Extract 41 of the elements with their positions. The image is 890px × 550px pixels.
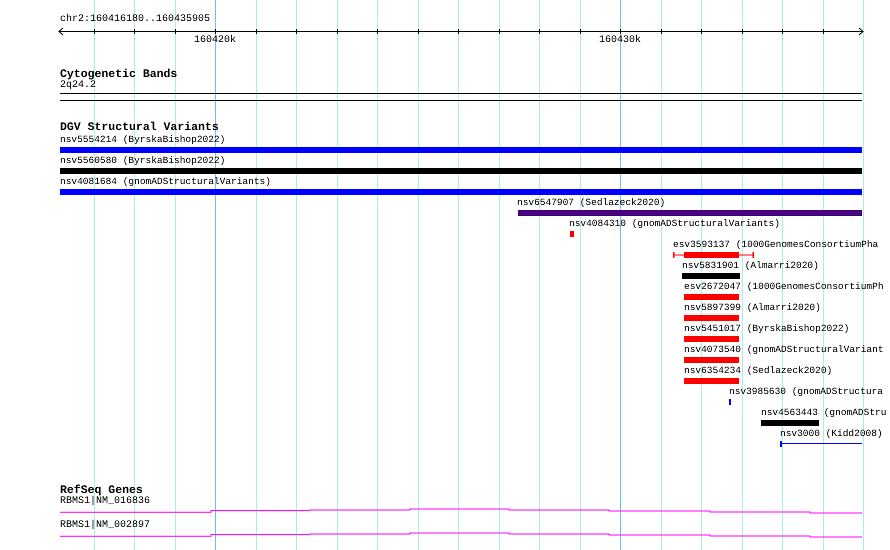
variant-label: nsv6547907 (Sedlazeck2020): [517, 197, 666, 209]
variant-label: nsv5554214 (ByrskaBishop2022): [60, 134, 226, 146]
gene-model[interactable]: [60, 508, 862, 514]
variant-label: nsv4081684 (gnomADStructuralVariants): [60, 176, 271, 188]
variant-label: nsv4563443 (gnomADStru: [761, 407, 886, 419]
variant-line[interactable]: [780, 441, 862, 447]
gene-model[interactable]: [60, 532, 862, 538]
variant-label: nsv4084310 (gnomADStructuralVariants): [569, 218, 780, 230]
track-title: Cytogenetic Bands: [60, 68, 178, 81]
variant-label: nsv3985630 (gnomADStructura: [729, 386, 883, 398]
variant-bar[interactable]: [761, 420, 819, 426]
track-title: RefSeq Genes: [60, 484, 143, 497]
variant-bar[interactable]: [60, 147, 862, 153]
variant-label: nsv5897399 (Almarri2020): [684, 302, 821, 314]
ruler-tick-label: 160430k: [598, 35, 642, 47]
variant-label: nsv5560580 (ByrskaBishop2022): [60, 155, 226, 167]
variant-bar[interactable]: [684, 357, 739, 363]
variant-label: nsv6354234 (Sedlazeck2020): [684, 365, 832, 377]
variant-range-bar[interactable]: [673, 251, 754, 259]
variant-bar[interactable]: [684, 315, 739, 321]
gene-label: RBMS1|NM_002897: [60, 520, 150, 532]
track-title: DGV Structural Variants: [60, 121, 219, 134]
variant-bar[interactable]: [684, 378, 739, 384]
variant-label: esv3593137 (1000GenomesConsortiumPha: [673, 239, 878, 251]
band-label: 2q24.2: [60, 80, 96, 92]
variant-bar[interactable]: [518, 210, 862, 216]
variant-bar[interactable]: [682, 273, 740, 279]
variant-bar[interactable]: [60, 168, 862, 174]
variant-bar[interactable]: [60, 189, 862, 195]
variant-label: nsv3000 (Kidd2008): [780, 428, 883, 440]
variant-label: esv2672047 (1000GenomesConsortiumPh: [684, 281, 884, 293]
cytoband-outline[interactable]: [60, 93, 862, 101]
gene-label: RBMS1|NM_016836: [60, 496, 150, 508]
variant-bar[interactable]: [684, 294, 739, 300]
variant-label: nsv5451017 (ByrskaBishop2022): [684, 323, 850, 335]
variant-bar[interactable]: [570, 231, 574, 237]
variant-label: nsv4073540 (gnomADStructuralVariant: [684, 344, 884, 356]
variant-label: nsv5831901 (Almarri2020): [682, 260, 819, 272]
ruler-tick-label: 160420k: [192, 35, 237, 47]
location-label: chr2:160416180..160435905: [60, 14, 210, 26]
variant-bar[interactable]: [684, 336, 739, 342]
